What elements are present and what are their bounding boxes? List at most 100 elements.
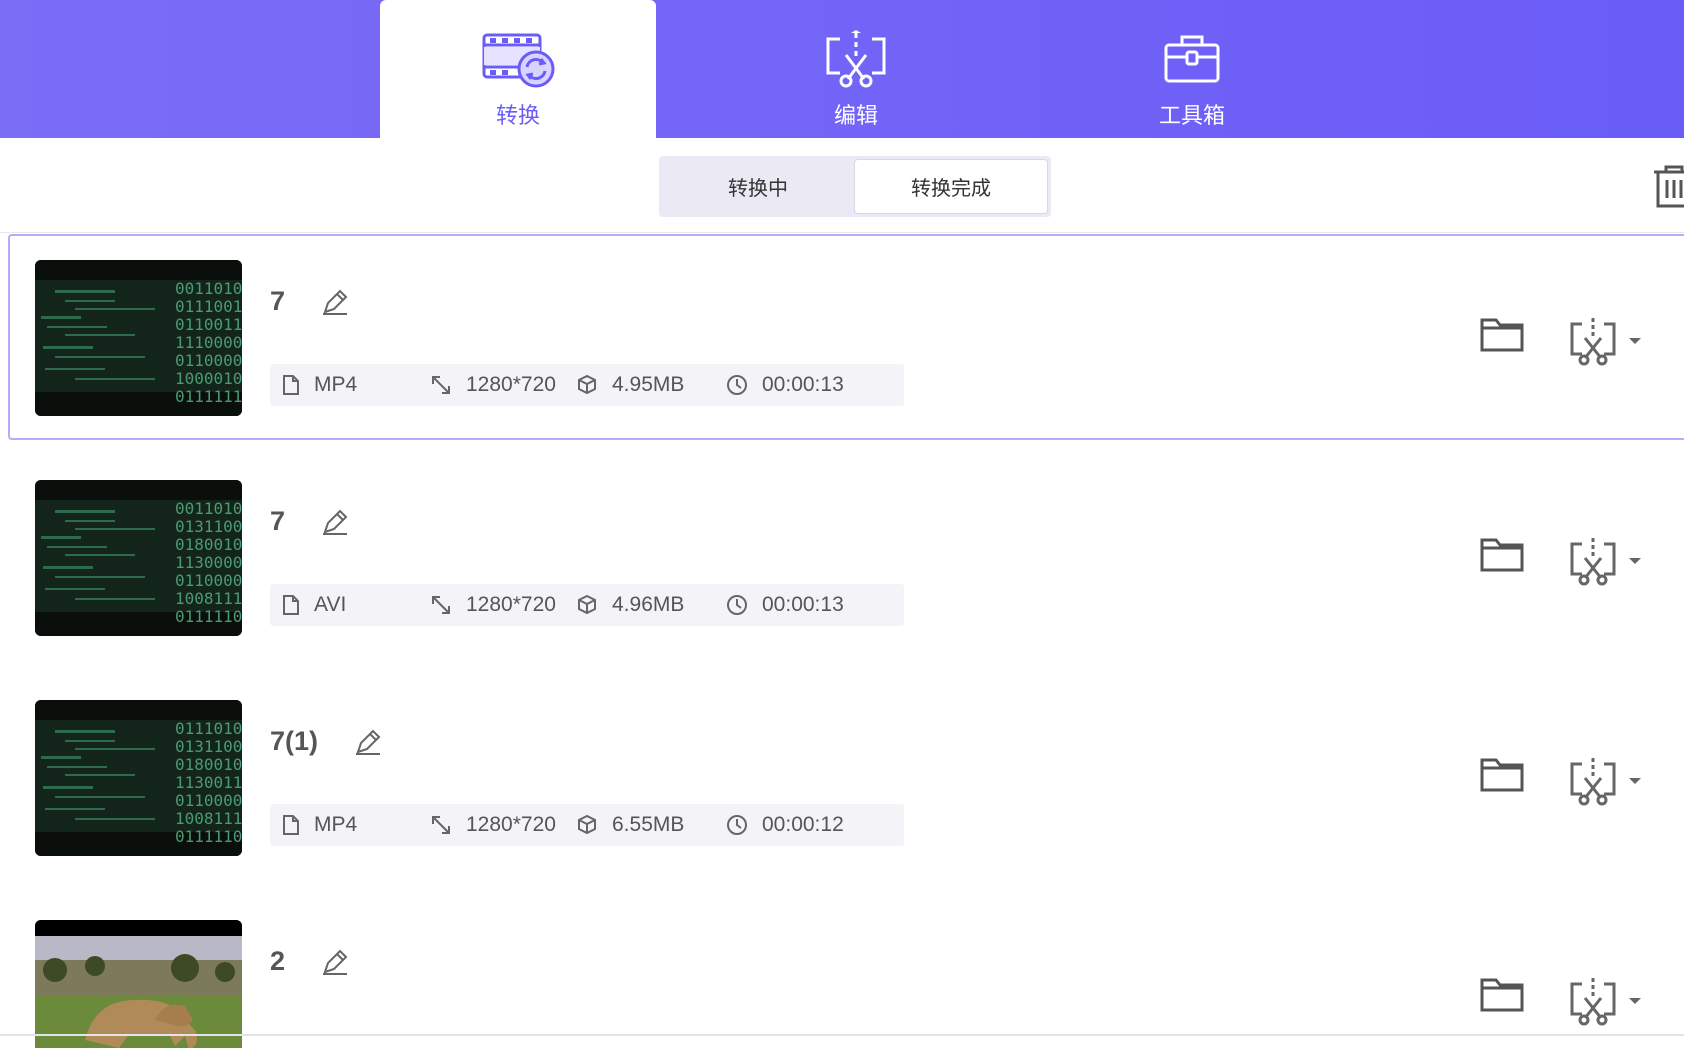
- video-thumbnail: 0111010 0131100 0180010 1130011 0110000 100…: [35, 700, 242, 856]
- file-resolution: 1280*720: [466, 373, 556, 396]
- file-resolution: 1280*720: [466, 593, 556, 616]
- resolution-item: 1280*720: [430, 593, 556, 617]
- toolbar-divider: [0, 232, 1684, 233]
- duration-item: 00:00:13: [726, 373, 844, 397]
- file-size: 4.96MB: [612, 593, 685, 616]
- cube-icon: [578, 374, 596, 395]
- svg-text:0131100: 0131100: [175, 737, 242, 756]
- resolution-item: 1280*720: [430, 813, 556, 837]
- rename-pencil-icon[interactable]: [354, 728, 382, 756]
- format-item: MP4: [282, 373, 357, 397]
- resolution-item: 1280*720: [430, 373, 556, 397]
- chevron-down-icon: [1629, 998, 1641, 1004]
- video-convert-icon: [478, 26, 558, 92]
- bottom-divider: [0, 1034, 1684, 1036]
- tab-label: 工具箱: [1158, 104, 1225, 129]
- segment-converting[interactable]: 转换中: [662, 159, 854, 214]
- edit-cut-icon: [1570, 318, 1616, 366]
- trash-icon[interactable]: [1654, 164, 1684, 208]
- file-name: 7: [270, 286, 286, 316]
- svg-text:0111010: 0111010: [175, 719, 242, 738]
- file-icon: [283, 595, 299, 615]
- file-row[interactable]: 0011010 0111001 0110011 1110000 0110000 100…: [8, 234, 1684, 440]
- svg-text:0011010: 0011010: [175, 279, 242, 298]
- file-duration: 00:00:13: [762, 373, 844, 396]
- resolution-icon: [432, 376, 450, 394]
- svg-text:0011010: 0011010: [175, 499, 242, 518]
- rename-pencil-icon[interactable]: [321, 948, 349, 976]
- cube-icon: [578, 814, 596, 835]
- tab-label: 编辑: [833, 104, 878, 129]
- edit-cut-icon: [1570, 758, 1616, 806]
- file-format: AVI: [314, 593, 347, 616]
- clock-icon: [727, 595, 747, 615]
- file-meta-bar: AVI 1280*720 4.96MB 00:00:13: [270, 584, 904, 626]
- svg-text:1110000: 1110000: [175, 333, 242, 352]
- top-nav-bar: 转换 编辑 工具箱: [0, 0, 1684, 138]
- svg-text:0110011: 0110011: [175, 315, 242, 334]
- clock-icon: [727, 815, 747, 835]
- tab-label: 转换: [495, 104, 540, 129]
- video-thumbnail: [35, 920, 242, 1048]
- chevron-down-icon: [1629, 338, 1641, 344]
- rename-pencil-icon[interactable]: [321, 288, 349, 316]
- svg-text:0111111: 0111111: [175, 387, 242, 406]
- file-duration: 00:00:13: [762, 593, 844, 616]
- file-name-group: 2: [270, 946, 349, 977]
- file-row[interactable]: 0111010 0131100 0180010 1130011 0110000 100…: [8, 674, 1684, 880]
- file-format: MP4: [314, 813, 358, 836]
- file-size: 4.95MB: [612, 373, 685, 396]
- segment-converted[interactable]: 转换完成: [854, 159, 1048, 214]
- tab-edit[interactable]: 编辑: [718, 0, 994, 138]
- size-item: 4.96MB: [576, 593, 684, 617]
- svg-text:0180010: 0180010: [175, 535, 242, 554]
- svg-text:1008111: 1008111: [175, 589, 242, 608]
- clock-icon: [727, 375, 747, 395]
- open-folder-icon[interactable]: [1480, 536, 1524, 577]
- convert-action-button[interactable]: [1568, 536, 1642, 586]
- edit-cut-icon: [1570, 538, 1616, 586]
- svg-text:0111001: 0111001: [175, 297, 242, 316]
- chevron-down-icon: [1629, 778, 1641, 784]
- rename-pencil-icon[interactable]: [321, 508, 349, 536]
- resolution-icon: [432, 596, 450, 614]
- duration-item: 00:00:12: [726, 813, 844, 837]
- file-size: 6.55MB: [612, 813, 685, 836]
- size-item: 4.95MB: [576, 373, 684, 397]
- cube-icon: [578, 594, 596, 615]
- file-name: 7(1): [270, 726, 319, 756]
- svg-text:0180010: 0180010: [175, 755, 242, 774]
- video-thumbnail: 0011010 0111001 0110011 1110000 0110000 100…: [35, 260, 242, 416]
- toolbox-icon: [1152, 26, 1232, 92]
- svg-text:0110000: 0110000: [175, 791, 242, 810]
- convert-action-button[interactable]: [1568, 756, 1642, 806]
- file-name-group: 7(1): [270, 726, 382, 757]
- file-row[interactable]: 0011010 0131100 0180010 1130000 0110000 100…: [8, 454, 1684, 660]
- svg-text:0111110: 0111110: [175, 827, 242, 846]
- svg-text:1008111: 1008111: [175, 809, 242, 828]
- open-folder-icon[interactable]: [1480, 976, 1524, 1017]
- file-meta-bar: MP4 1280*720 4.95MB 00:00:13: [270, 364, 904, 406]
- open-folder-icon[interactable]: [1480, 756, 1524, 797]
- file-name-group: 7: [270, 286, 349, 317]
- svg-text:1000010: 1000010: [175, 369, 242, 388]
- file-resolution: 1280*720: [466, 813, 556, 836]
- edit-cut-icon: [1570, 978, 1616, 1026]
- file-format: MP4: [314, 373, 358, 396]
- svg-text:0110000: 0110000: [175, 571, 242, 590]
- convert-action-button[interactable]: [1568, 316, 1642, 366]
- convert-action-button[interactable]: [1568, 976, 1642, 1026]
- file-row[interactable]: 2: [8, 894, 1684, 1050]
- format-item: MP4: [282, 813, 357, 837]
- format-item: AVI: [282, 593, 346, 617]
- file-name: 7: [270, 506, 286, 536]
- size-item: 6.55MB: [576, 813, 684, 837]
- open-folder-icon[interactable]: [1480, 316, 1524, 357]
- tab-toolbox[interactable]: 工具箱: [1054, 0, 1330, 138]
- tab-convert[interactable]: 转换: [380, 0, 656, 138]
- file-icon: [283, 815, 299, 835]
- duration-item: 00:00:13: [726, 593, 844, 617]
- resolution-icon: [432, 816, 450, 834]
- file-duration: 00:00:12: [762, 813, 844, 836]
- file-name: 2: [270, 946, 286, 976]
